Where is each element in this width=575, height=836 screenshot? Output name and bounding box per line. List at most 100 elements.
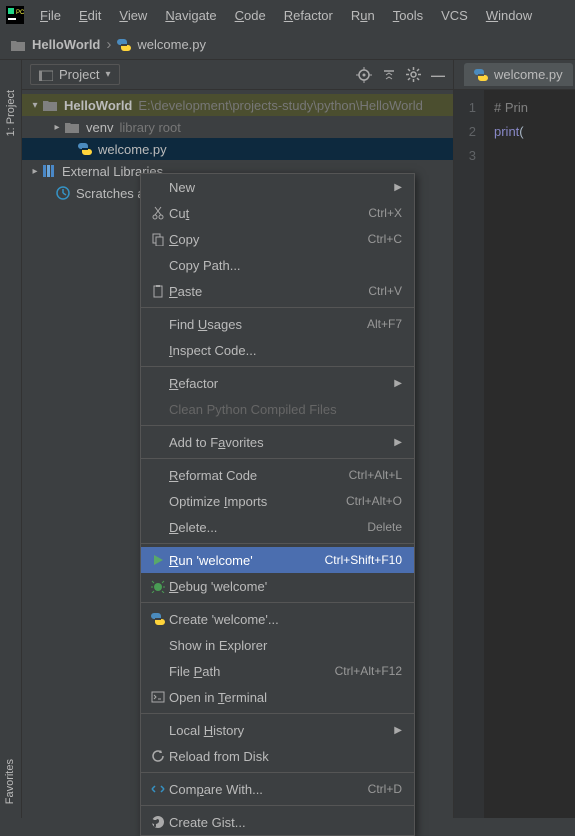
menu-separator (141, 425, 414, 426)
menu-item-shortcut: Delete (367, 520, 402, 534)
folder-icon (64, 120, 80, 134)
menu-item-copy[interactable]: CopyCtrl+C (141, 226, 414, 252)
menu-item-local-history[interactable]: Local History▶ (141, 717, 414, 743)
menu-item-show-in-explorer[interactable]: Show in Explorer (141, 632, 414, 658)
submenu-arrow-icon: ▶ (394, 437, 402, 448)
folder-icon (42, 98, 58, 112)
editor-tab-label: welcome.py (494, 67, 563, 82)
menu-item-label: Copy (169, 232, 368, 247)
menu-item-label: Show in Explorer (169, 638, 402, 653)
menu-item-label: Debug 'welcome' (169, 579, 402, 594)
editor-tab-active[interactable]: welcome.py (464, 63, 573, 86)
breadcrumb-file[interactable]: welcome.py (137, 37, 206, 52)
menu-separator (141, 713, 414, 714)
submenu-arrow-icon: ▶ (394, 182, 402, 193)
menu-item-label: Refactor (169, 376, 394, 391)
reload-icon (147, 749, 169, 763)
github-icon (147, 815, 169, 829)
tree-root-label: HelloWorld (64, 98, 132, 113)
menu-item-paste[interactable]: PasteCtrl+V (141, 278, 414, 304)
debug-icon (147, 579, 169, 593)
project-view-selector[interactable]: Project ▾ (30, 64, 120, 85)
tree-venv-label: venv (86, 120, 113, 135)
expand-arrow-icon[interactable]: ▸ (50, 122, 64, 133)
menu-item-debug-welcome[interactable]: Debug 'welcome' (141, 573, 414, 599)
menu-tools[interactable]: Tools (385, 4, 431, 27)
menu-item-label: Reformat Code (169, 468, 349, 483)
tree-file-node[interactable]: welcome.py (22, 138, 453, 160)
menu-item-label: Run 'welcome' (169, 553, 325, 568)
folder-icon (10, 38, 26, 52)
menu-item-label: Create 'welcome'... (169, 612, 402, 627)
dropdown-arrow-icon: ▾ (105, 69, 110, 80)
menu-item-label: Clean Python Compiled Files (169, 402, 402, 417)
compare-icon (147, 782, 169, 796)
favorites-toolwindow-tab[interactable]: Favorites (0, 755, 20, 808)
menu-item-cut[interactable]: CutCtrl+X (141, 200, 414, 226)
expand-arrow-icon[interactable]: ▸ (28, 166, 42, 177)
menu-code[interactable]: Code (227, 4, 274, 27)
menu-item-reformat-code[interactable]: Reformat CodeCtrl+Alt+L (141, 462, 414, 488)
tree-root-node[interactable]: ▾ HelloWorld E:\development\projects-stu… (22, 94, 453, 116)
menu-item-new[interactable]: New▶ (141, 174, 414, 200)
menu-item-label: File Path (169, 664, 335, 679)
menu-item-shortcut: Alt+F7 (367, 317, 402, 331)
menu-item-label: Compare With... (169, 782, 368, 797)
menu-item-create-welcome[interactable]: Create 'welcome'... (141, 606, 414, 632)
menu-item-create-gist[interactable]: Create Gist... (141, 809, 414, 835)
main-menubar: PC FileEditViewNavigateCodeRefactorRunTo… (0, 0, 575, 30)
menu-item-add-to-favorites[interactable]: Add to Favorites▶ (141, 429, 414, 455)
menu-separator (141, 307, 414, 308)
expand-arrow-icon[interactable]: ▾ (28, 100, 42, 111)
terminal-icon (147, 690, 169, 704)
menu-item-delete[interactable]: Delete...Delete (141, 514, 414, 540)
menu-item-find-usages[interactable]: Find UsagesAlt+F7 (141, 311, 414, 337)
menu-item-label: New (169, 180, 394, 195)
menu-item-run-welcome[interactable]: Run 'welcome'Ctrl+Shift+F10 (141, 547, 414, 573)
menu-item-shortcut: Ctrl+Alt+O (346, 494, 402, 508)
project-toolwindow-tab[interactable]: 1: Project (5, 90, 17, 136)
menu-view[interactable]: View (111, 4, 155, 27)
menu-refactor[interactable]: Refactor (276, 4, 341, 27)
menu-item-refactor[interactable]: Refactor▶ (141, 370, 414, 396)
editor-code[interactable]: # Prinprint( (484, 90, 538, 818)
menu-item-shortcut: Ctrl+Alt+F12 (335, 664, 402, 678)
breadcrumb-folder[interactable]: HelloWorld (32, 37, 100, 52)
python-file-icon (474, 68, 488, 82)
menu-file[interactable]: File (32, 4, 69, 27)
menu-item-inspect-code[interactable]: Inspect Code... (141, 337, 414, 363)
menu-item-label: Optimize Imports (169, 494, 346, 509)
gear-icon[interactable] (406, 67, 421, 82)
menu-item-copy-path[interactable]: Copy Path... (141, 252, 414, 278)
menu-run[interactable]: Run (343, 4, 383, 27)
menu-edit[interactable]: Edit (71, 4, 109, 27)
menu-item-reload-from-disk[interactable]: Reload from Disk (141, 743, 414, 769)
collapse-all-icon[interactable] (382, 68, 396, 82)
menu-window[interactable]: Window (478, 4, 540, 27)
menu-item-label: Open in Terminal (169, 690, 402, 705)
menu-item-compare-with[interactable]: Compare With...Ctrl+D (141, 776, 414, 802)
editor-body[interactable]: 1 2 3 # Prinprint( (454, 90, 575, 818)
project-panel-header: Project ▾ — (22, 60, 453, 90)
locate-icon[interactable] (356, 67, 372, 83)
hide-panel-icon[interactable]: — (431, 67, 445, 83)
menu-navigate[interactable]: Navigate (157, 4, 224, 27)
menu-separator (141, 543, 414, 544)
menu-item-label: Cut (169, 206, 368, 221)
menu-item-file-path[interactable]: File PathCtrl+Alt+F12 (141, 658, 414, 684)
menu-item-label: Delete... (169, 520, 367, 535)
menu-vcs[interactable]: VCS (433, 4, 476, 27)
menu-separator (141, 805, 414, 806)
menu-separator (141, 602, 414, 603)
tree-venv-node[interactable]: ▸ venv library root (22, 116, 453, 138)
menu-item-optimize-imports[interactable]: Optimize ImportsCtrl+Alt+O (141, 488, 414, 514)
python-file-icon (117, 38, 131, 52)
submenu-arrow-icon: ▶ (394, 725, 402, 736)
menu-item-open-in-terminal[interactable]: Open in Terminal (141, 684, 414, 710)
submenu-arrow-icon: ▶ (394, 378, 402, 389)
menu-separator (141, 772, 414, 773)
svg-text:PC: PC (16, 10, 24, 16)
menu-item-clean-python-compiled-files: Clean Python Compiled Files (141, 396, 414, 422)
pycharm-app-icon: PC (6, 6, 24, 24)
editor: welcome.py 1 2 3 # Prinprint( (454, 60, 575, 818)
